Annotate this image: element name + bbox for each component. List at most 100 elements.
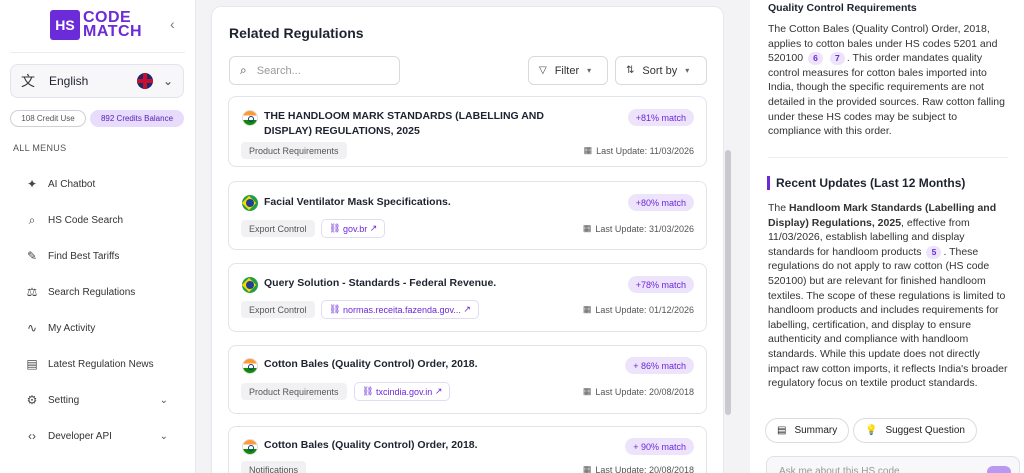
- chat-input-box[interactable]: [766, 456, 1020, 473]
- quality-control-heading: Quality Control Requirements: [768, 2, 917, 14]
- category-tag: Export Control: [241, 220, 315, 237]
- filter-button[interactable]: ▽ Filter ▾: [528, 56, 608, 85]
- menu-setting[interactable]: ⚙ Setting ⌄: [0, 385, 196, 415]
- regulation-title[interactable]: Cotton Bales (Quality Control) Order, 20…: [264, 357, 594, 372]
- external-link-icon: ↗: [460, 304, 471, 314]
- category-tag: Export Control: [241, 301, 315, 318]
- credits-balance-badge[interactable]: 892 Credits Balance: [90, 110, 184, 127]
- search-input[interactable]: [256, 64, 377, 77]
- india-flag-icon: [242, 439, 258, 455]
- filter-label: Filter: [554, 64, 580, 77]
- newspaper-icon: ▤: [26, 357, 38, 371]
- menu-developer-api[interactable]: ‹› Developer API ⌄: [0, 421, 196, 451]
- ruler-icon: ✎: [26, 249, 38, 263]
- menu-find-best-tariffs[interactable]: ✎ Find Best Tariffs: [0, 241, 196, 271]
- scale-icon: ⚖: [26, 285, 38, 299]
- match-badge: + 90% match: [625, 438, 694, 455]
- menu-label: Setting: [48, 394, 80, 406]
- regulation-card[interactable]: THE HANDLOOM MARK STANDARDS (LABELLING A…: [228, 96, 707, 167]
- send-button[interactable]: [987, 466, 1011, 473]
- menu-label: Find Best Tariffs: [48, 250, 120, 262]
- recent-updates-text: The Handloom Mark Standards (Labelling a…: [768, 202, 1008, 390]
- last-update: ▦ Last Update: 11/03/2026: [583, 145, 694, 156]
- sparkle-icon: ✦: [26, 177, 38, 191]
- recent-updates-heading: Recent Updates (Last 12 Months): [767, 176, 965, 190]
- quality-control-text: The Cotton Bales (Quality Control) Order…: [768, 23, 1005, 138]
- link-icon: ⛓: [362, 386, 376, 396]
- collapse-sidebar-icon[interactable]: ‹: [170, 16, 175, 32]
- regulation-card[interactable]: Cotton Bales (Quality Control) Order, 20…: [228, 426, 707, 473]
- regulation-title[interactable]: Cotton Bales (Quality Control) Order, 20…: [264, 438, 594, 453]
- scrollbar[interactable]: [725, 150, 731, 415]
- calendar-icon: ▦: [582, 304, 592, 314]
- last-update: ▦ Last Update: 31/03/2026: [582, 223, 694, 234]
- link-icon: ⛓: [329, 304, 343, 314]
- regulation-card[interactable]: Query Solution - Standards - Federal Rev…: [228, 263, 707, 332]
- category-tag: Product Requirements: [241, 383, 347, 400]
- suggest-question-button[interactable]: 💡 Suggest Question: [853, 418, 977, 443]
- sort-button[interactable]: ⇅ Sort by ▾: [615, 56, 707, 85]
- logo-mark: HS: [50, 10, 80, 40]
- chevron-down-icon: ⌄: [162, 74, 173, 88]
- calendar-icon: ▦: [582, 223, 592, 233]
- india-flag-icon: [242, 110, 258, 126]
- match-badge: + 86% match: [625, 357, 694, 374]
- logo-text-line2: MATCH: [83, 23, 143, 40]
- last-update: ▦ Last Update: 20/08/2018: [582, 464, 694, 473]
- logo[interactable]: HS CODE MATCH: [50, 10, 142, 40]
- uk-flag-icon: [136, 73, 153, 89]
- language-label: English: [49, 74, 89, 88]
- regulation-title[interactable]: Query Solution - Standards - Federal Rev…: [264, 276, 594, 291]
- lightbulb-icon: 💡: [865, 425, 878, 436]
- source-link[interactable]: ⛓ normas.receita.fazenda.gov... ↗: [321, 300, 479, 319]
- sort-label: Sort by: [642, 64, 678, 77]
- regulation-card[interactable]: Cotton Bales (Quality Control) Order, 20…: [228, 345, 707, 414]
- source-link[interactable]: ⛓ txcindia.gov.in ↗: [354, 382, 451, 401]
- search-box[interactable]: ⌕: [229, 56, 400, 85]
- menu-search-regulations[interactable]: ⚖ Search Regulations: [0, 277, 196, 307]
- chevron-down-icon: ⌄: [159, 394, 168, 406]
- search-icon: ⌕: [28, 212, 36, 227]
- menus-title: ALL MENUS: [13, 143, 67, 153]
- citation-badge[interactable]: 7: [829, 52, 845, 66]
- menu-my-activity[interactable]: ∿ My Activity: [0, 313, 196, 343]
- menu-label: AI Chatbot: [48, 178, 96, 190]
- external-link-icon: ↗: [432, 386, 443, 396]
- menu-ai-chatbot[interactable]: ✦ AI Chatbot: [0, 169, 196, 199]
- calendar-icon: ▦: [582, 386, 592, 396]
- external-link-icon: ↗: [367, 223, 378, 233]
- calendar-icon: ▦: [583, 145, 593, 155]
- last-update: ▦ Last Update: 20/08/2018: [582, 386, 694, 397]
- menu-label: My Activity: [48, 322, 96, 334]
- language-selector[interactable]: 文 English ⌄: [10, 64, 184, 98]
- regulation-card[interactable]: Facial Ventilator Mask Specifications. +…: [228, 181, 707, 250]
- calendar-icon: ▦: [582, 464, 592, 473]
- chevron-down-icon: ▾: [685, 66, 690, 75]
- code-icon: ‹›: [28, 429, 36, 443]
- citation-badge[interactable]: 6: [807, 52, 823, 66]
- category-tag: Notifications: [241, 461, 307, 473]
- last-update: ▦ Last Update: 01/12/2026: [582, 304, 694, 315]
- ai-answer-panel: Quality Control Requirements The Cotton …: [750, 0, 1024, 473]
- india-flag-icon: [242, 358, 258, 374]
- summary-button[interactable]: ▤ Summary: [765, 418, 850, 443]
- menu-label: HS Code Search: [48, 214, 124, 226]
- chat-input[interactable]: [779, 465, 979, 473]
- regulation-title[interactable]: Facial Ventilator Mask Specifications.: [264, 195, 594, 210]
- menu-label: Search Regulations: [48, 286, 136, 298]
- translate-icon: 文: [21, 73, 35, 89]
- search-icon: ⌕: [240, 63, 247, 77]
- document-icon: ▤: [777, 425, 787, 436]
- brazil-flag-icon: [242, 277, 258, 293]
- chevron-down-icon: ⌄: [159, 430, 168, 442]
- citation-badge[interactable]: 5: [926, 245, 942, 259]
- menu-latest-regulation-news[interactable]: ▤ Latest Regulation News: [0, 349, 196, 379]
- activity-icon: ∿: [26, 321, 38, 335]
- menu-hs-code-search[interactable]: ⌕ HS Code Search: [0, 205, 196, 235]
- regulation-title[interactable]: THE HANDLOOM MARK STANDARDS (LABELLING A…: [264, 109, 594, 139]
- divider: [10, 52, 185, 53]
- menu-label: Developer API: [48, 430, 112, 442]
- link-icon: ⛓: [329, 223, 343, 233]
- brazil-flag-icon: [242, 195, 258, 211]
- source-link[interactable]: ⛓ gov.br ↗: [321, 219, 386, 238]
